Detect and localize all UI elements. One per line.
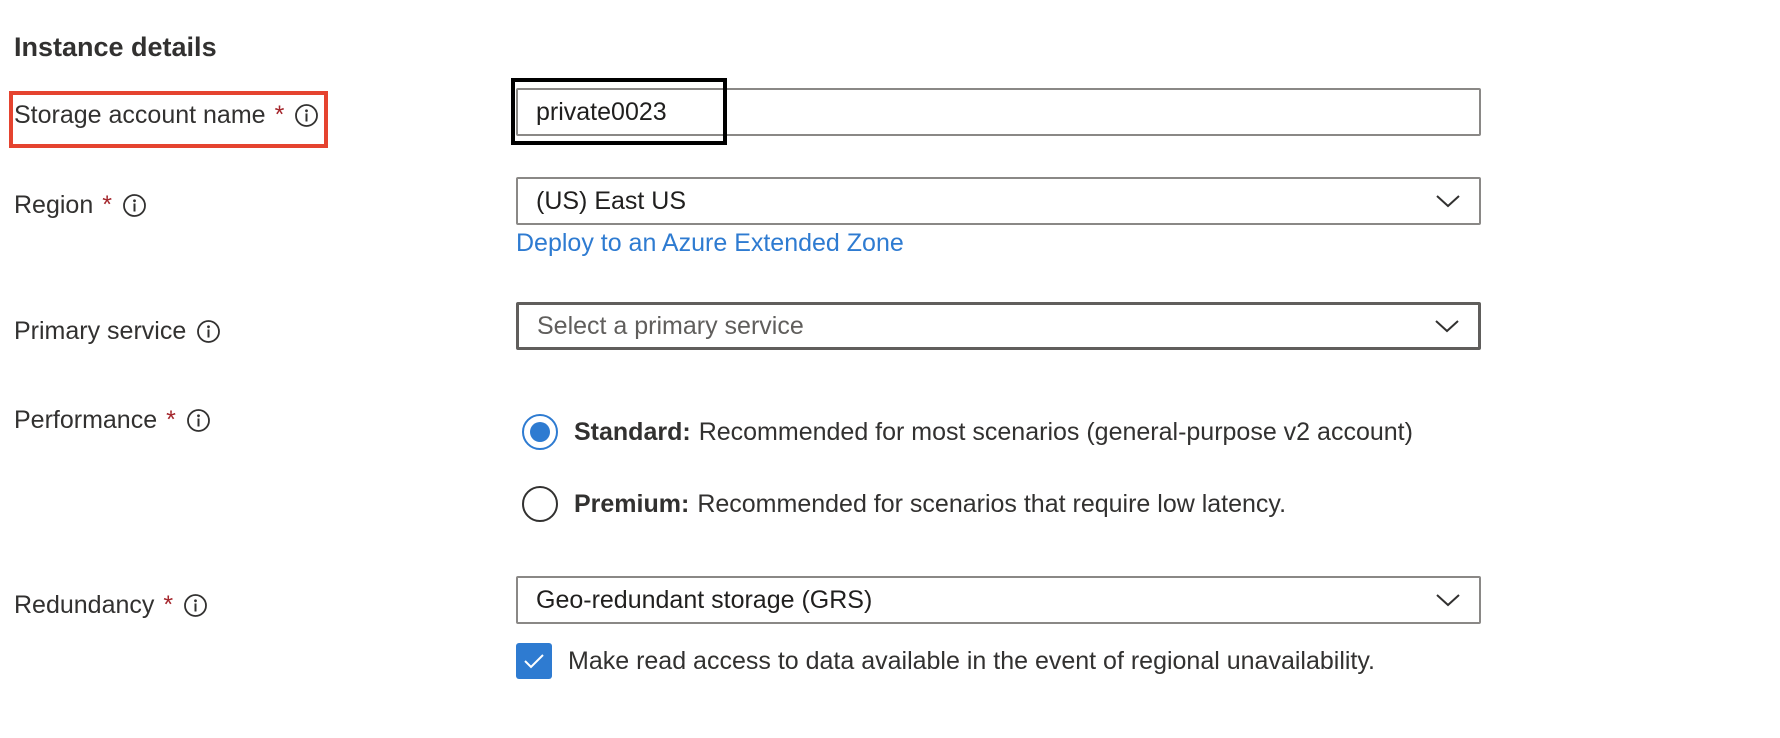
redundancy-label: Redundancy * bbox=[14, 591, 208, 620]
primary-service-dropdown[interactable]: Select a primary service bbox=[516, 302, 1481, 350]
info-icon[interactable] bbox=[183, 593, 208, 618]
performance-option-premium[interactable]: Premium: Recommended for scenarios that … bbox=[522, 486, 1286, 522]
performance-label-text: Performance bbox=[14, 406, 158, 434]
option-title: Standard: bbox=[574, 417, 691, 446]
performance-option-standard[interactable]: Standard: Recommended for most scenarios… bbox=[522, 414, 1413, 450]
radio-button[interactable] bbox=[522, 486, 558, 522]
read-access-checkbox-row[interactable]: Make read access to data available in th… bbox=[516, 643, 1375, 679]
region-dropdown[interactable]: (US) East US bbox=[516, 177, 1481, 225]
primary-service-label-text: Primary service bbox=[14, 317, 187, 345]
info-icon[interactable] bbox=[122, 193, 147, 218]
required-marker: * bbox=[163, 591, 174, 619]
region-label-text: Region bbox=[14, 191, 94, 219]
radio-button-selected[interactable] bbox=[522, 414, 558, 450]
primary-service-placeholder: Select a primary service bbox=[537, 311, 804, 340]
info-icon[interactable] bbox=[196, 319, 221, 344]
read-access-checkbox[interactable] bbox=[516, 643, 552, 679]
chevron-down-icon bbox=[1435, 193, 1461, 209]
section-title: Instance details bbox=[14, 32, 217, 62]
read-access-checkbox-label: Make read access to data available in th… bbox=[568, 646, 1375, 675]
checkmark-icon bbox=[524, 654, 544, 669]
redundancy-label-text: Redundancy bbox=[14, 591, 155, 619]
region-label: Region * bbox=[14, 191, 147, 220]
option-description: Recommended for scenarios that require l… bbox=[697, 489, 1287, 518]
region-dropdown-value: (US) East US bbox=[536, 186, 687, 215]
performance-label: Performance * bbox=[14, 406, 211, 435]
chevron-down-icon bbox=[1434, 318, 1460, 334]
redundancy-dropdown-value: Geo-redundant storage (GRS) bbox=[536, 585, 873, 614]
required-marker: * bbox=[102, 191, 112, 219]
primary-service-label: Primary service bbox=[14, 317, 221, 346]
redundancy-dropdown[interactable]: Geo-redundant storage (GRS) bbox=[516, 576, 1481, 624]
required-marker: * bbox=[274, 101, 285, 129]
required-marker: * bbox=[166, 406, 176, 434]
option-description: Recommended for most scenarios (general-… bbox=[698, 417, 1413, 446]
info-icon[interactable] bbox=[294, 103, 319, 128]
deploy-extended-zone-link[interactable]: Deploy to an Azure Extended Zone bbox=[516, 229, 904, 258]
storage-account-name-input[interactable] bbox=[516, 88, 1481, 136]
chevron-down-icon bbox=[1435, 592, 1461, 608]
storage-account-name-label: Storage account name * bbox=[14, 101, 319, 130]
storage-account-name-label-text: Storage account name bbox=[14, 101, 266, 129]
info-icon[interactable] bbox=[186, 408, 211, 433]
option-title: Premium: bbox=[574, 489, 690, 518]
